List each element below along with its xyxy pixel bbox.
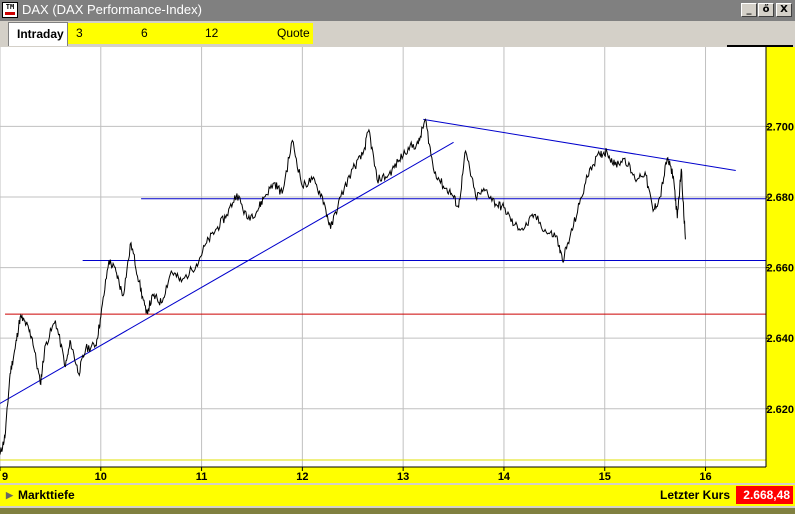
x-tick-label: 9 xyxy=(2,471,8,483)
tab-12-monate[interactable]: 12 Monate xyxy=(197,23,269,61)
close-button[interactable]: X xyxy=(776,3,792,17)
expand-arrow-icon[interactable]: ▶ xyxy=(6,490,13,501)
window-title: DAX (DAX Performance-Index) xyxy=(22,2,202,17)
x-tick-label: 16 xyxy=(699,471,711,483)
x-tick-label: 15 xyxy=(599,471,611,483)
chart-svg: 9 10 11 12 13 14 15 16 2.620 2.640 2.660 2.680 2.700 xyxy=(0,47,795,483)
restore-button[interactable]: ő xyxy=(758,3,774,17)
y-tick-label: 2.660 xyxy=(766,263,794,275)
tab-quote[interactable]: Quote xyxy=(269,23,313,44)
tab-intraday[interactable]: Intraday xyxy=(8,22,68,46)
y-tick-label: 2.680 xyxy=(766,192,794,204)
x-tick-label: 13 xyxy=(397,471,409,483)
app-icon: TM xyxy=(2,2,18,18)
x-tick-label: 10 xyxy=(95,471,107,483)
chart: 9 10 11 12 13 14 15 16 2.620 2.640 2.660 2.680 2.700 xyxy=(0,47,795,483)
last-price-value: 2.668,48 xyxy=(736,486,793,504)
footer-strip xyxy=(0,508,795,514)
y-tick-label: 2.700 xyxy=(766,121,794,133)
x-tick-label: 12 xyxy=(296,471,308,483)
y-tick-label: 2.640 xyxy=(766,333,794,345)
x-tick-label: 11 xyxy=(196,471,208,483)
minimize-button[interactable]: _ xyxy=(741,3,757,17)
title-bar: TM DAX (DAX Performance-Index) _ ő X xyxy=(0,0,795,21)
y-tick-label: 2.620 xyxy=(766,404,794,416)
tab-bar: Intraday 3 Monate 6 Monate 12 Monate Quo… xyxy=(0,21,795,64)
tab-6-monate[interactable]: 6 Monate xyxy=(133,23,197,61)
plot-background xyxy=(0,47,766,467)
tab-3-monate[interactable]: 3 Monate xyxy=(68,23,133,61)
market-depth-label[interactable]: Markttiefe xyxy=(18,488,75,502)
last-price-label: Letzter Kurs xyxy=(660,488,731,502)
x-tick-label: 14 xyxy=(498,471,511,483)
status-bar: ▶ Markttiefe Letzter Kurs 2.668,48 xyxy=(0,485,795,506)
